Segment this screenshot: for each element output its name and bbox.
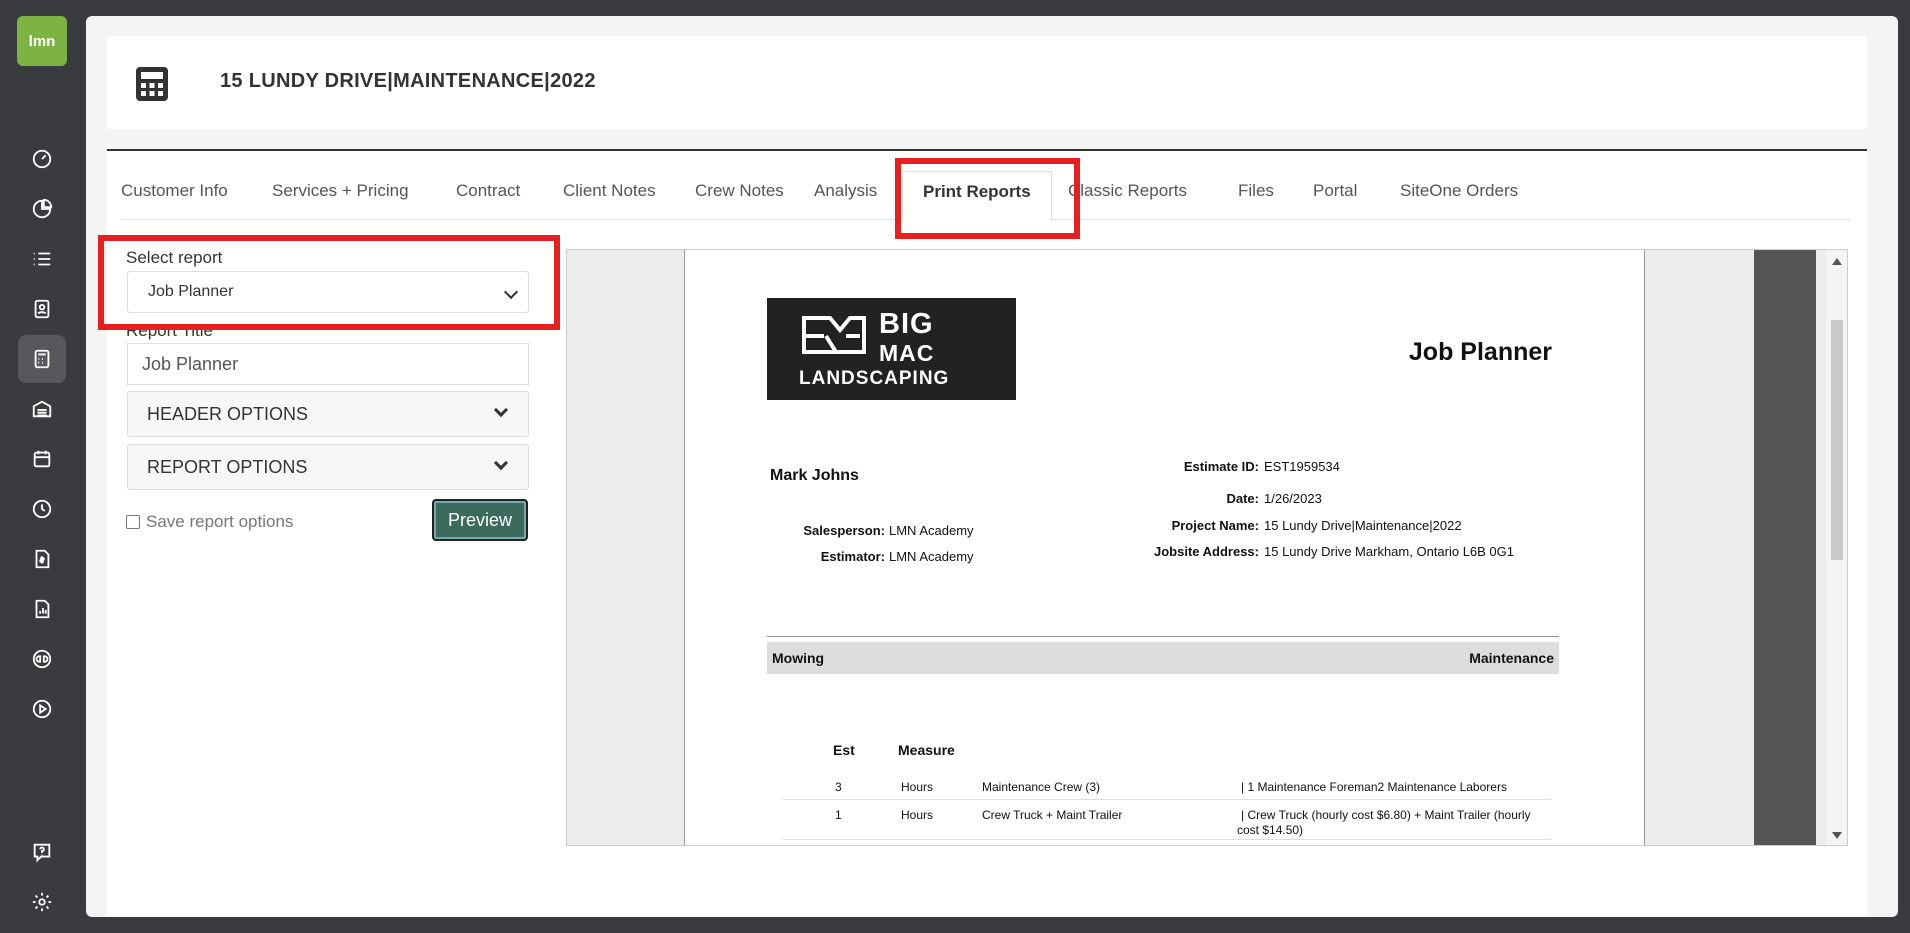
calendar-icon[interactable] bbox=[18, 435, 66, 483]
date-label: Date: bbox=[1226, 491, 1259, 506]
row-item: Maintenance Crew (3) bbox=[982, 780, 1101, 794]
report-icon[interactable] bbox=[18, 585, 66, 633]
row-est: 1 bbox=[835, 808, 842, 822]
print-reports-highlight bbox=[895, 158, 1080, 239]
client-name: Mark Johns bbox=[770, 467, 859, 484]
row-detail: | 1 Maintenance Foreman2 Maintenance Lab… bbox=[1241, 780, 1507, 794]
tab-contract[interactable]: Contract bbox=[456, 181, 520, 201]
report-page: BIG MAC LANDSCAPING Job Planner Mark Joh… bbox=[684, 250, 1645, 845]
row-measure: Hours bbox=[901, 780, 934, 794]
row-detail-cont: cost $14.50) bbox=[1237, 823, 1304, 837]
sidebar: lmn bbox=[0, 0, 86, 933]
report-title-input[interactable]: Job Planner bbox=[127, 343, 529, 385]
save-options-label[interactable]: Save report options bbox=[146, 512, 293, 532]
tab-analysis[interactable]: Analysis bbox=[814, 181, 877, 201]
company-logo: BIG MAC LANDSCAPING bbox=[767, 298, 1016, 400]
tab-crew-notes[interactable]: Crew Notes bbox=[695, 181, 784, 201]
row-detail: | Crew Truck (hourly cost $6.80) + Maint… bbox=[1241, 808, 1531, 822]
warehouse-icon[interactable] bbox=[18, 385, 66, 433]
calculator-icon bbox=[136, 67, 168, 101]
scroll-up-icon[interactable] bbox=[1832, 258, 1842, 265]
salesperson-value: LMN Academy bbox=[889, 523, 974, 538]
salesperson-label: Salesperson: bbox=[803, 523, 885, 538]
row-measure: Hours bbox=[901, 808, 934, 822]
estimator-label: Estimator: bbox=[820, 549, 885, 564]
report-preview-viewer[interactable]: BIG MAC LANDSCAPING Job Planner Mark Joh… bbox=[566, 249, 1848, 846]
dashboard-icon[interactable] bbox=[18, 135, 66, 183]
chevron-down-icon bbox=[493, 402, 509, 418]
content-panel: Customer Info Services + Pricing Contrac… bbox=[98, 151, 1867, 917]
jobsite-address-label: Jobsite Address: bbox=[1154, 544, 1259, 559]
report-options-accordion[interactable]: REPORT OPTIONS bbox=[127, 444, 529, 490]
quickbooks-icon[interactable] bbox=[18, 635, 66, 683]
help-icon[interactable] bbox=[18, 828, 66, 876]
select-report-highlight bbox=[98, 235, 560, 330]
date-value: 1/26/2023 bbox=[1264, 491, 1322, 506]
scroll-down-icon[interactable] bbox=[1832, 832, 1842, 839]
play-icon[interactable] bbox=[18, 685, 66, 733]
logo-text-mac: MAC bbox=[879, 340, 935, 366]
estimate-header: 15 LUNDY DRIVE|MAINTENANCE|2022 bbox=[107, 36, 1867, 129]
estimate-id-value: EST1959534 bbox=[1264, 459, 1340, 474]
jobsite-address-value: 15 Lundy Drive Markham, Ontario L6B 0G1 bbox=[1264, 544, 1515, 559]
viewer-side-strip bbox=[1754, 250, 1816, 845]
row-est: 3 bbox=[835, 780, 842, 794]
invoice-icon[interactable] bbox=[18, 535, 66, 583]
service-name: Mowing bbox=[772, 650, 825, 666]
tab-client-notes[interactable]: Client Notes bbox=[563, 181, 656, 201]
settings-icon[interactable] bbox=[18, 878, 66, 926]
tab-customer-info[interactable]: Customer Info bbox=[121, 181, 228, 201]
contacts-icon[interactable] bbox=[18, 285, 66, 333]
pie-chart-icon[interactable] bbox=[18, 185, 66, 233]
col-header-est: Est bbox=[833, 742, 855, 758]
report-options-label: REPORT OPTIONS bbox=[147, 457, 308, 477]
logo-text-big: BIG bbox=[879, 308, 934, 340]
calculator-icon[interactable] bbox=[18, 335, 66, 383]
estimate-id-label: Estimate ID: bbox=[1183, 459, 1259, 474]
logo-text-landscaping: LANDSCAPING bbox=[799, 368, 950, 389]
table-row: 1 Hours Crew Truck + Maint Trailer | Cre… bbox=[783, 800, 1551, 840]
header-options-accordion[interactable]: HEADER OPTIONS bbox=[127, 391, 529, 437]
table-row: 3 Hours Maintenance Crew (3) | 1 Mainten… bbox=[783, 772, 1551, 800]
tab-services-pricing[interactable]: Services + Pricing bbox=[272, 181, 409, 201]
save-options-checkbox[interactable] bbox=[126, 515, 140, 529]
page-title: 15 LUNDY DRIVE|MAINTENANCE|2022 bbox=[220, 70, 596, 92]
main-area: 15 LUNDY DRIVE|MAINTENANCE|2022 Customer… bbox=[86, 16, 1898, 917]
list-icon[interactable] bbox=[18, 235, 66, 283]
row-item: Crew Truck + Maint Trailer bbox=[982, 808, 1123, 822]
report-title: Job Planner bbox=[1408, 338, 1552, 366]
service-category: Maintenance bbox=[1469, 650, 1554, 666]
chevron-down-icon bbox=[493, 455, 509, 471]
scroll-thumb[interactable] bbox=[1831, 320, 1843, 560]
project-name-label: Project Name: bbox=[1171, 518, 1259, 533]
viewer-scrollbar[interactable] bbox=[1826, 250, 1847, 845]
tab-files[interactable]: Files bbox=[1238, 181, 1274, 201]
col-header-measure: Measure bbox=[898, 742, 955, 758]
tab-siteone-orders[interactable]: SiteOne Orders bbox=[1400, 181, 1518, 201]
section-divider bbox=[767, 636, 1559, 637]
tab-classic-reports[interactable]: Classic Reports bbox=[1068, 181, 1187, 201]
lmn-logo[interactable]: lmn bbox=[17, 16, 67, 66]
logo-mark bbox=[802, 316, 866, 354]
estimator-value: LMN Academy bbox=[889, 549, 974, 564]
service-section-header: Mowing Maintenance bbox=[767, 642, 1559, 674]
preview-button[interactable]: Preview bbox=[432, 499, 528, 541]
clock-icon[interactable] bbox=[18, 485, 66, 533]
project-name-value: 15 Lundy Drive|Maintenance|2022 bbox=[1264, 518, 1462, 533]
tab-portal[interactable]: Portal bbox=[1313, 181, 1357, 201]
save-options-row: Save report options bbox=[126, 512, 293, 532]
header-options-label: HEADER OPTIONS bbox=[147, 404, 309, 424]
